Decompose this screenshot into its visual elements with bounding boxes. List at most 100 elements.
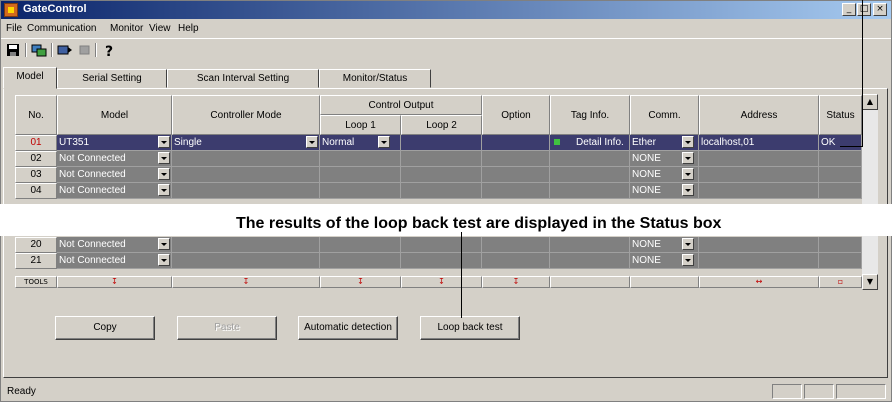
loop2-cell[interactable] — [401, 151, 482, 167]
controller-mode-cell[interactable] — [172, 151, 320, 167]
option-cell[interactable] — [482, 183, 550, 199]
status-cell[interactable] — [819, 167, 862, 183]
row-number[interactable]: 21 — [15, 253, 57, 269]
comm-cell[interactable]: NONE — [630, 151, 699, 167]
model-cell[interactable]: Not Connected — [57, 253, 172, 269]
row-number[interactable]: 01 — [15, 135, 57, 151]
controller-mode-cell[interactable]: Single — [172, 135, 320, 151]
dropdown-arrow-icon[interactable] — [378, 136, 390, 148]
loop1-cell[interactable]: Normal — [320, 135, 401, 151]
loop1-cell[interactable] — [320, 253, 401, 269]
loop1-cell[interactable] — [320, 167, 401, 183]
tag-info-cell[interactable]: Detail Info. — [550, 135, 630, 151]
controller-mode-cell[interactable] — [172, 167, 320, 183]
comm-cell[interactable]: NONE — [630, 237, 699, 253]
loop1-cell[interactable] — [320, 237, 401, 253]
row-number[interactable]: 04 — [15, 183, 57, 199]
menu-help[interactable]: Help — [178, 23, 199, 34]
dropdown-arrow-icon[interactable] — [682, 136, 694, 148]
row-number[interactable]: 03 — [15, 167, 57, 183]
save-icon[interactable] — [5, 42, 21, 58]
dropdown-arrow-icon[interactable] — [158, 184, 170, 196]
status-cell[interactable] — [819, 253, 862, 269]
dropdown-arrow-icon[interactable] — [682, 254, 694, 266]
tag-info-cell[interactable] — [550, 253, 630, 269]
address-cell[interactable] — [699, 253, 819, 269]
tools-fill-mode[interactable]: ↧ — [172, 276, 320, 288]
status-cell[interactable]: OK — [819, 135, 862, 151]
address-cell[interactable] — [699, 183, 819, 199]
help-icon[interactable]: ? — [101, 42, 117, 58]
loop2-cell[interactable] — [401, 237, 482, 253]
dropdown-arrow-icon[interactable] — [158, 238, 170, 250]
option-cell[interactable] — [482, 167, 550, 183]
status-cell[interactable] — [819, 237, 862, 253]
tools-status[interactable]: ▫ — [819, 276, 862, 288]
model-cell[interactable]: Not Connected — [57, 151, 172, 167]
comm-cell[interactable]: NONE — [630, 167, 699, 183]
tab-model[interactable]: Model — [3, 67, 57, 89]
dropdown-arrow-icon[interactable] — [158, 254, 170, 266]
loop2-cell[interactable] — [401, 183, 482, 199]
scroll-down-icon[interactable]: ▼ — [862, 274, 878, 290]
tag-info-cell[interactable] — [550, 237, 630, 253]
address-cell[interactable] — [699, 237, 819, 253]
tools-address[interactable]: ↔ — [699, 276, 819, 288]
dropdown-arrow-icon[interactable] — [682, 238, 694, 250]
address-cell[interactable] — [699, 167, 819, 183]
tools-fill-model[interactable]: ↧ — [57, 276, 172, 288]
loop-back-test-button[interactable]: Loop back test — [420, 316, 520, 340]
loop2-cell[interactable] — [401, 135, 482, 151]
row-number[interactable]: 02 — [15, 151, 57, 167]
minimize-button[interactable]: _ — [842, 3, 856, 16]
export-icon[interactable] — [57, 42, 73, 58]
menu-communication[interactable]: Communication — [27, 23, 96, 34]
model-cell[interactable]: Not Connected — [57, 183, 172, 199]
loop1-cell[interactable] — [320, 151, 401, 167]
model-cell[interactable]: Not Connected — [57, 237, 172, 253]
paste-button[interactable]: Paste — [177, 316, 277, 340]
automatic-detection-button[interactable]: Automatic detection — [298, 316, 398, 340]
loop2-cell[interactable] — [401, 167, 482, 183]
comm-cell[interactable]: NONE — [630, 253, 699, 269]
address-cell[interactable] — [699, 151, 819, 167]
model-cell[interactable]: Not Connected — [57, 167, 172, 183]
dropdown-arrow-icon[interactable] — [306, 136, 318, 148]
option-cell[interactable] — [482, 135, 550, 151]
tab-scan-interval-setting[interactable]: Scan Interval Setting — [167, 69, 319, 88]
dropdown-arrow-icon[interactable] — [682, 152, 694, 164]
dropdown-arrow-icon[interactable] — [682, 184, 694, 196]
close-button[interactable]: × — [873, 3, 887, 16]
menu-file[interactable]: File — [6, 23, 22, 34]
dropdown-arrow-icon[interactable] — [158, 152, 170, 164]
copy-button[interactable]: Copy — [55, 316, 155, 340]
tag-info-cell[interactable] — [550, 183, 630, 199]
loop1-cell[interactable] — [320, 183, 401, 199]
dropdown-arrow-icon[interactable] — [682, 168, 694, 180]
menu-monitor[interactable]: Monitor — [110, 23, 143, 34]
vertical-scrollbar[interactable]: ▲ ▼ — [862, 94, 878, 290]
dropdown-arrow-icon[interactable] — [158, 136, 170, 148]
maximize-button[interactable]: □ — [857, 3, 871, 16]
controller-mode-cell[interactable] — [172, 253, 320, 269]
title-bar[interactable]: GateControl _ □ × — [1, 1, 891, 19]
dropdown-arrow-icon[interactable] — [158, 168, 170, 180]
controller-mode-cell[interactable] — [172, 237, 320, 253]
option-cell[interactable] — [482, 151, 550, 167]
tag-info-cell[interactable] — [550, 151, 630, 167]
menu-view[interactable]: View — [149, 23, 171, 34]
controller-mode-cell[interactable] — [172, 183, 320, 199]
tools-fill-loop1[interactable]: ↧ — [320, 276, 401, 288]
option-cell[interactable] — [482, 237, 550, 253]
status-cell[interactable] — [819, 151, 862, 167]
tab-serial-setting[interactable]: Serial Setting — [57, 69, 167, 88]
tag-info-cell[interactable] — [550, 167, 630, 183]
tools-fill-option[interactable]: ↧ — [482, 276, 550, 288]
comm-cell[interactable]: NONE — [630, 183, 699, 199]
loop2-cell[interactable] — [401, 253, 482, 269]
tools-fill-loop2[interactable]: ↧ — [401, 276, 482, 288]
status-cell[interactable] — [819, 183, 862, 199]
row-number[interactable]: 20 — [15, 237, 57, 253]
tab-monitor-status[interactable]: Monitor/Status — [319, 69, 431, 88]
option-cell[interactable] — [482, 253, 550, 269]
